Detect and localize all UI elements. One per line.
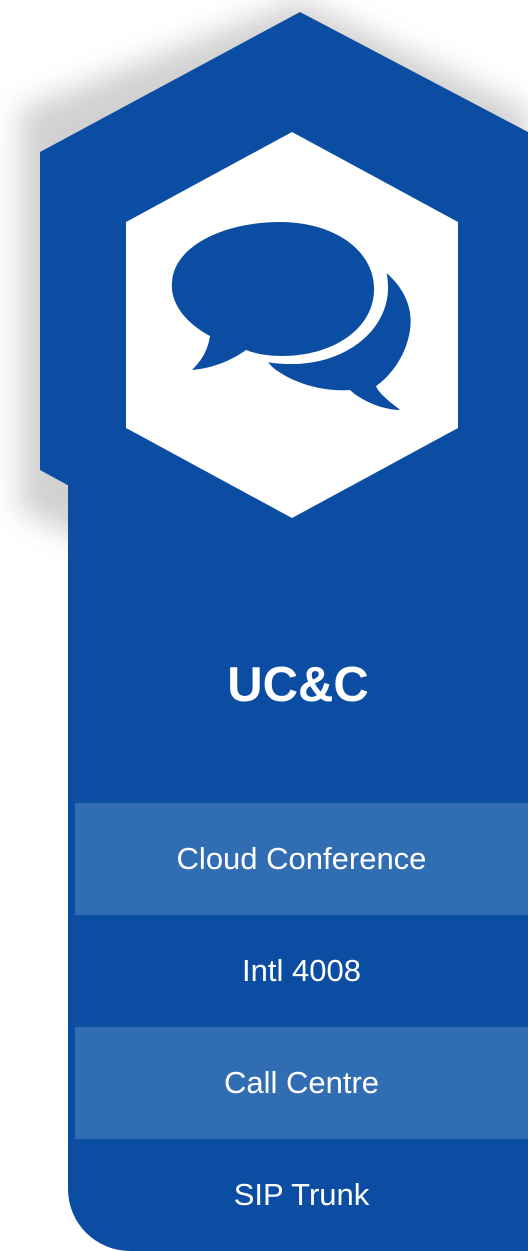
hexagon-badge <box>40 12 528 612</box>
list-item-call-centre[interactable]: Call Centre <box>75 1027 528 1139</box>
service-card: UC&C Cloud Conference Intl 4008 Call Cen… <box>0 0 528 1251</box>
service-list: Cloud Conference Intl 4008 Call Centre S… <box>75 803 528 1251</box>
list-item-intl-4008[interactable]: Intl 4008 <box>75 915 528 1027</box>
list-item-cloud-conference[interactable]: Cloud Conference <box>75 803 528 915</box>
list-item-sip-trunk[interactable]: SIP Trunk <box>75 1139 528 1251</box>
card-title: UC&C <box>227 658 369 712</box>
